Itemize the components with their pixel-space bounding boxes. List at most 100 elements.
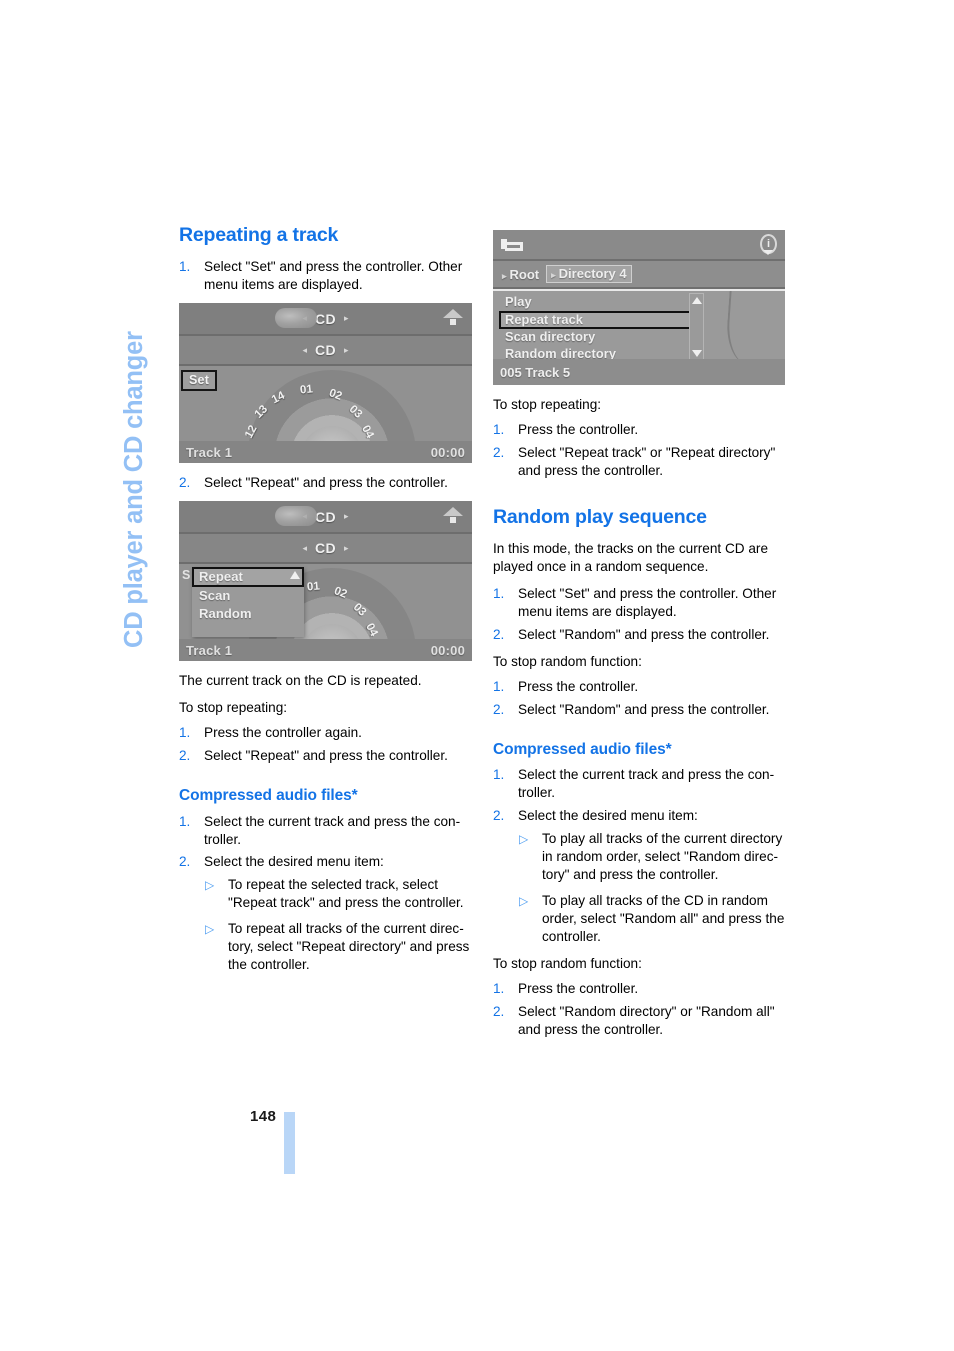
breadcrumb-label: Root [509,266,540,282]
step-number: 1. [179,725,191,741]
list-item: 2. Select "Repeat" and press the control… [179,747,475,765]
right-stop-steps: 1. Press the controller. 2. Select "Repe… [493,421,789,480]
right-compressed-bullets: ▷ To play all tracks of the current dire… [518,830,789,946]
step-text: Select "Set" and press the controller. O… [204,259,463,293]
sub-source-label: CD [314,342,337,359]
bullet-text: To play all tracks of the CD in random o… [542,892,785,944]
next-arrow-icon: ▸ [344,511,349,522]
left-compressed-bullets: ▷ To repeat the selected track, select "… [204,876,475,974]
step-number: 2. [493,701,505,717]
now-playing-bar: 005 Track 5 [493,359,785,385]
list-item: 1. Select the current track and press th… [493,766,789,802]
triangle-bullet-icon: ▷ [519,893,529,908]
list-item-repeat-track[interactable]: Repeat track [499,311,704,329]
sub-source-label: CD [314,540,337,557]
running-head: CD player and CD changer [120,331,148,648]
breadcrumb-item-directory-4[interactable]: ▸ Directory 4 [546,265,632,283]
chevron-down-icon [763,250,773,255]
step-number: 2. [493,808,505,824]
breadcrumb-item-root[interactable]: ▸ Root [499,266,542,283]
list-item: ▷ To repeat the selected track, select "… [204,876,475,912]
list-item: 2. Select "Random" and press the control… [493,701,789,719]
step-text: Press the controller. [518,980,639,996]
screenshot-cd-set: ◂ CD ▸ ◂ CD ▸ Set 12 13 14 01 [179,303,472,464]
right-compressed-steps: 1. Select the current track and press th… [493,766,789,945]
list-item: ▷ To play all tracks of the current dire… [518,830,789,884]
decorative-arc [724,291,772,365]
step-text: Select "Random directory" or "Random all… [518,1003,775,1037]
source-label: CD [314,310,337,327]
step-text: Select "Set" and press the controller. O… [518,586,777,619]
directory-list: Play Repeat track Scan directory Random … [493,289,785,365]
step-text: Select the current track and press the c… [518,767,775,801]
step-text: Select the desired menu item: [204,854,384,870]
popup-spacer [192,623,304,637]
random-intro-text: In this mode, the tracks on the current … [493,541,769,575]
menu-item-scan[interactable]: Scan [192,587,304,605]
list-item: 1. Press the controller again. [179,724,475,742]
step-text: Press the controller. [518,421,639,437]
step-number: 1. [493,586,505,602]
left-column: Repeating a track 1. Select "Set" and pr… [179,224,475,983]
list-item-scan-directory[interactable]: Scan directory [499,329,704,346]
list-item: 2. Select "Random directory" or "Random … [493,1003,789,1039]
stop-repeating-label: To stop repeating: [493,397,602,412]
prev-arrow-icon: ◂ [302,542,307,553]
bullet-text: To play all tracks of the current direct… [542,831,783,882]
menu-item-random[interactable]: Random [192,605,304,623]
next-arrow-icon: ▸ [344,542,349,553]
triangle-bullet-icon: ▷ [205,922,215,937]
step-number: 1. [493,767,505,783]
bullet-text: To repeat the selected track, select "Re… [228,877,464,911]
step-text: Select "Random" and press the controller… [518,626,770,642]
step-text: Select "Repeat" and press the controller… [204,475,448,491]
step-number: 1. [179,259,191,275]
right-random-steps: 1. Select "Set" and press the controller… [493,585,789,644]
cd-dial-area: 14 01 02 03 04 S Repeat Scan Random [179,564,472,661]
page-number-bar [284,1112,295,1174]
screenshot-cd-repeat-menu: ◂ CD ▸ ◂ CD ▸ 14 01 02 03 04 [179,501,472,662]
screenshot-directory-menu: i ▸ Root ▸ Directory 4 Play Repeat track S… [493,230,785,385]
scroll-up-icon[interactable] [692,297,702,304]
scroll-up-icon [290,571,300,580]
right-stop-random-steps: 1. Press the controller. 2. Select "Rand… [493,678,789,719]
step-number: 2. [179,475,191,491]
step-number: 2. [493,444,505,460]
manual-page: CD player and CD changer 148 Repeating a… [0,0,954,1351]
list-item: ▷ To play all tracks of the CD in random… [518,892,789,946]
list-item: 1. Press the controller. [493,980,789,998]
scroll-down-icon[interactable] [692,350,702,357]
step-number: 1. [179,813,191,829]
set-chip-partial: S [182,568,191,583]
list-item-play[interactable]: Play [499,294,704,311]
chevron-right-icon: ▸ [551,270,556,280]
next-arrow-icon: ▸ [344,344,349,355]
right-compressed-stop-steps: 1. Press the controller. 2. Select "Rand… [493,980,789,1039]
right-column: i ▸ Root ▸ Directory 4 Play Repeat track S… [493,224,789,1047]
dial-number: 01 [299,383,314,397]
step-number: 1. [493,980,505,996]
list-item: 1. Select the current track and press th… [179,813,475,849]
triangle-bullet-icon: ▷ [205,878,215,893]
idrive-top-bar: ◂ CD ▸ [179,303,472,337]
list-item: ▷ To repeat all tracks of the current di… [204,920,475,974]
triangle-bullet-icon: ▷ [519,832,529,847]
step-number: 2. [179,854,191,870]
list-item: 2. Select the desired menu item: ▷ To pl… [493,807,789,946]
time-label: 00:00 [430,642,465,658]
step-number: 1. [493,678,505,694]
track-label: Track 1 [186,642,233,658]
list-item: 1. Select "Set" and press the controller… [179,258,475,294]
subsection-compressed-audio-files: Compressed audio files* [179,786,358,804]
left-compressed-steps: 1. Select the current track and press th… [179,813,475,975]
dial-number: 01 [306,580,321,594]
scrollbar[interactable] [689,293,704,361]
step-text: Press the controller again. [204,725,362,741]
cd-disc-icon [275,308,317,329]
menu-item-repeat[interactable]: Repeat [192,567,304,588]
list-item: 2. Select the desired menu item: ▷ To re… [179,853,475,974]
home-icon [443,308,463,328]
track-label: Track 1 [186,444,233,460]
page-title: Repeating a track [179,224,339,246]
step-text: Press the controller. [518,678,639,694]
